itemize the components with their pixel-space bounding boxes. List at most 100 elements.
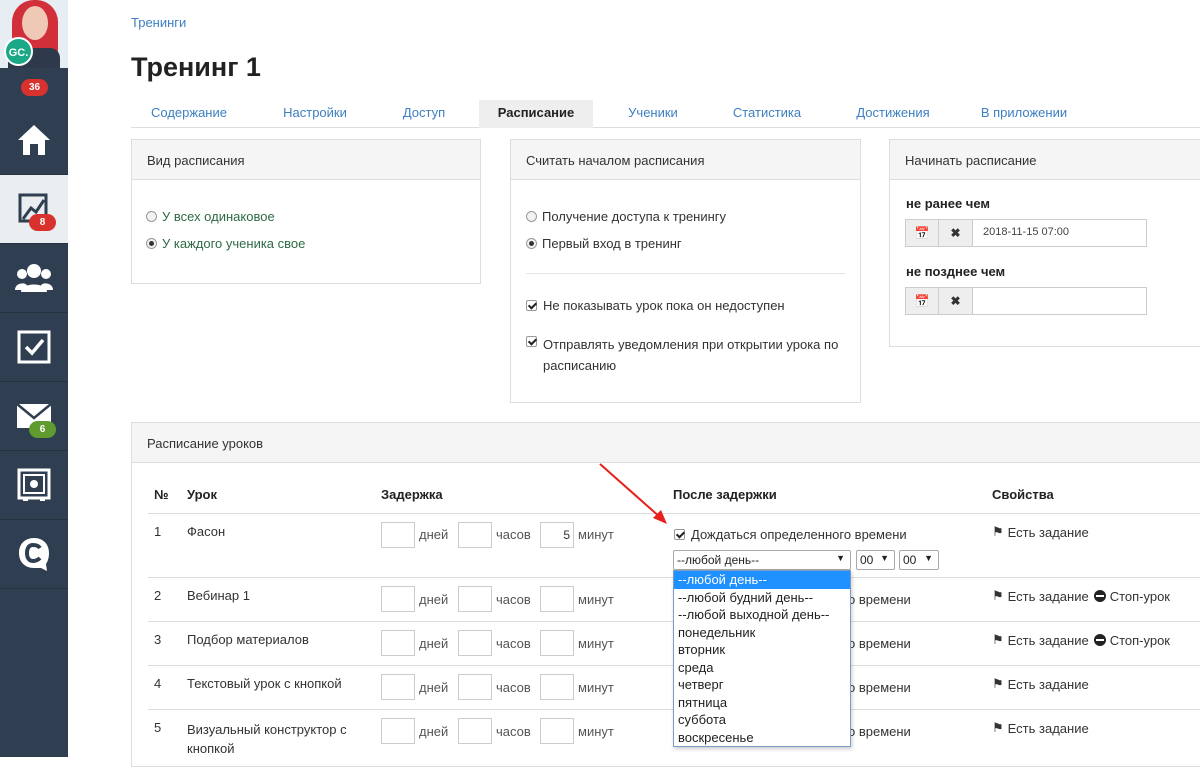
checkbox[interactable] bbox=[674, 529, 685, 540]
sidebar-item-safe[interactable] bbox=[0, 451, 68, 519]
day-select-dropdown: --любой день-- --любой будний день-- --л… bbox=[673, 570, 851, 747]
tab-in-app[interactable]: В приложении bbox=[965, 100, 1083, 128]
minutes-input[interactable] bbox=[540, 630, 574, 656]
sidebar-item-chart[interactable]: 8 bbox=[0, 175, 68, 243]
day-select-value: --любой день-- bbox=[677, 553, 760, 567]
tab-settings[interactable]: Настройки bbox=[265, 100, 365, 128]
day-option[interactable]: воскресенье bbox=[674, 729, 850, 747]
row-number: 3 bbox=[154, 632, 162, 647]
annotation-arrow bbox=[599, 463, 667, 524]
radio-button[interactable] bbox=[146, 211, 157, 222]
tab-schedule[interactable]: Расписание bbox=[479, 100, 593, 128]
chevron-down-icon: ▼ bbox=[836, 553, 845, 563]
hours-input[interactable] bbox=[458, 630, 492, 656]
minutes-input[interactable] bbox=[540, 586, 574, 612]
lesson-properties: ⚑ Есть задание bbox=[992, 676, 1089, 692]
lesson-name[interactable]: Фасон bbox=[187, 524, 225, 539]
lesson-properties: ⚑ Есть задание Стоп-урок bbox=[992, 588, 1170, 604]
tab-access[interactable]: Доступ bbox=[385, 100, 463, 128]
day-option[interactable]: пятница bbox=[674, 694, 850, 712]
calendar-icon: 📅 bbox=[914, 226, 930, 240]
minutes-input[interactable] bbox=[540, 718, 574, 744]
wait-specific-time-checkbox[interactable]: Дождаться определенного времени bbox=[674, 527, 907, 542]
days-unit: дней bbox=[419, 680, 449, 695]
day-option[interactable]: суббота bbox=[674, 711, 850, 729]
radio-first-entry[interactable]: Первый вход в тренинг bbox=[526, 236, 682, 251]
lesson-name[interactable]: Подбор материалов bbox=[187, 632, 309, 647]
checkbox-hide-unavailable[interactable]: Не показывать урок пока он недоступен bbox=[526, 298, 785, 313]
checkbox-send-notifications[interactable]: Отправлять уведомления при открытии урок… bbox=[526, 334, 853, 376]
hours-unit: часов bbox=[496, 724, 531, 739]
calendar-button[interactable]: 📅 bbox=[905, 219, 939, 247]
day-option[interactable]: --любой выходной день-- bbox=[674, 606, 850, 624]
start-schedule-title: Начинать расписание bbox=[890, 140, 1200, 180]
tab-achievements[interactable]: Достижения bbox=[839, 100, 947, 128]
checkbox-label: Дождаться определенного времени bbox=[691, 527, 907, 542]
minutes-input[interactable]: 5 bbox=[540, 522, 574, 548]
radio-button[interactable] bbox=[146, 238, 157, 249]
has-task-label: Есть задание bbox=[1007, 676, 1089, 692]
days-input[interactable] bbox=[381, 522, 415, 548]
tab-bar: Содержание Настройки Доступ Расписание У… bbox=[131, 100, 1200, 128]
lesson-name[interactable]: Визуальный конструктор с кнопкой bbox=[187, 720, 367, 758]
day-option[interactable]: --любой будний день-- bbox=[674, 589, 850, 607]
hour-select[interactable]: 00 ▼ bbox=[856, 550, 895, 570]
sidebar: GC. 36 8 6 bbox=[0, 0, 68, 757]
clear-date-button[interactable]: ✖ bbox=[939, 287, 973, 315]
tab-statistics[interactable]: Статистика bbox=[717, 100, 817, 128]
sidebar-item-users[interactable] bbox=[0, 244, 68, 312]
radio-access-received[interactable]: Получение доступа к тренингу bbox=[526, 209, 726, 224]
divider bbox=[526, 273, 845, 274]
not-before-label: не ранее чем bbox=[906, 196, 991, 211]
radio-button[interactable] bbox=[526, 211, 537, 222]
not-after-input[interactable] bbox=[973, 287, 1147, 315]
tab-students[interactable]: Ученики bbox=[611, 100, 695, 128]
day-option[interactable]: --любой день-- bbox=[674, 571, 850, 589]
days-input[interactable] bbox=[381, 718, 415, 744]
radio-individual[interactable]: У каждого ученика свое bbox=[146, 236, 305, 251]
sidebar-item-chat[interactable] bbox=[0, 520, 68, 588]
stop-lesson-label: Стоп-урок bbox=[1109, 632, 1170, 648]
clear-date-button[interactable]: ✖ bbox=[939, 219, 973, 247]
chevron-down-icon: ▼ bbox=[924, 553, 933, 563]
not-before-input[interactable]: 2018-11-15 07:00 bbox=[973, 219, 1147, 247]
day-option[interactable]: понедельник bbox=[674, 624, 850, 642]
calendar-button[interactable]: 📅 bbox=[905, 287, 939, 315]
wait-label-partial: о времени bbox=[848, 680, 911, 695]
minutes-input[interactable] bbox=[540, 674, 574, 700]
days-input[interactable] bbox=[381, 674, 415, 700]
radio-label: У всех одинаковое bbox=[162, 209, 275, 224]
checkbox[interactable] bbox=[526, 336, 537, 347]
radio-same-for-all[interactable]: У всех одинаковое bbox=[146, 209, 275, 224]
tasks-icon bbox=[17, 330, 51, 364]
breadcrumb[interactable]: Тренинги bbox=[131, 15, 186, 30]
lesson-name[interactable]: Текстовый урок с кнопкой bbox=[187, 676, 342, 691]
days-unit: дней bbox=[419, 527, 449, 542]
minute-select[interactable]: 00 ▼ bbox=[899, 550, 939, 570]
minutes-unit: минут bbox=[578, 680, 614, 695]
checkbox[interactable] bbox=[526, 300, 537, 311]
chat-icon bbox=[19, 538, 49, 571]
day-select[interactable]: --любой день-- ▼ bbox=[673, 550, 851, 570]
lesson-name[interactable]: Вебинар 1 bbox=[187, 588, 250, 603]
notification-count-badge[interactable]: 36 bbox=[21, 79, 48, 96]
wait-label-partial: о времени bbox=[848, 724, 911, 739]
sidebar-item-mail[interactable]: 6 bbox=[0, 382, 68, 450]
day-option[interactable]: вторник bbox=[674, 641, 850, 659]
day-option[interactable]: среда bbox=[674, 659, 850, 677]
sidebar-item-home[interactable] bbox=[0, 106, 68, 174]
avatar[interactable]: GC. bbox=[0, 0, 68, 68]
sidebar-badge-mail: 6 bbox=[29, 421, 56, 438]
flag-icon: ⚑ bbox=[992, 524, 1004, 539]
sidebar-item-tasks[interactable] bbox=[0, 313, 68, 381]
tab-content[interactable]: Содержание bbox=[137, 100, 241, 128]
days-input[interactable] bbox=[381, 630, 415, 656]
days-input[interactable] bbox=[381, 586, 415, 612]
checkbox-label: Отправлять уведомления при открытии урок… bbox=[543, 337, 839, 373]
day-option[interactable]: четверг bbox=[674, 676, 850, 694]
hours-input[interactable] bbox=[458, 674, 492, 700]
radio-button[interactable] bbox=[526, 238, 537, 249]
hours-input[interactable] bbox=[458, 718, 492, 744]
hours-input[interactable] bbox=[458, 586, 492, 612]
hours-input[interactable] bbox=[458, 522, 492, 548]
